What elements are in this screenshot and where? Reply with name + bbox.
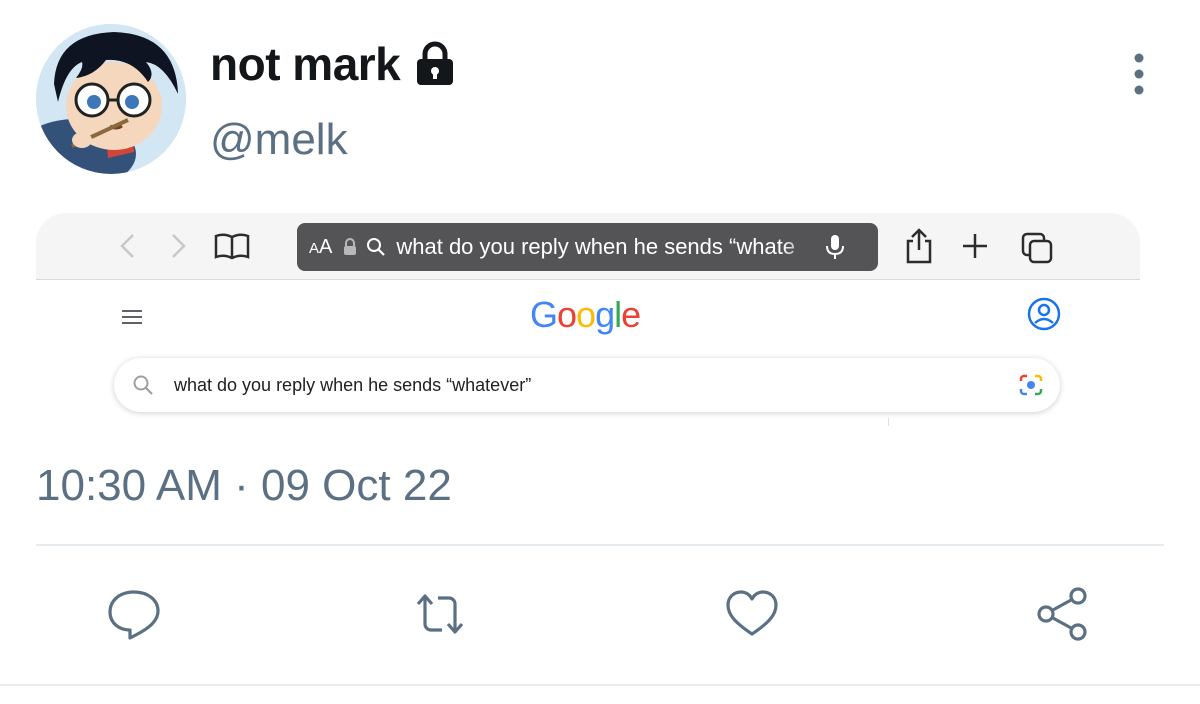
google-logo-letter: l <box>614 294 622 335</box>
retweet-icon[interactable] <box>412 586 468 642</box>
microphone-icon <box>826 235 845 259</box>
google-search-box: what do you reply when he sends “whateve… <box>114 358 1060 412</box>
google-page: Google what do you reply when he sends “… <box>36 280 1140 438</box>
new-tab-plus-icon <box>963 234 987 258</box>
lock-icon <box>344 238 357 255</box>
share-icon[interactable] <box>1034 586 1090 642</box>
tweet-timestamp[interactable]: 10:30 AM · 09 Oct 22 <box>36 458 452 514</box>
share-icon <box>906 228 932 264</box>
display-name-row: not mark <box>210 36 458 92</box>
google-logo-letter: g <box>595 294 615 335</box>
browser-toolbar: AA what do you reply when he sends “what… <box>36 213 1140 280</box>
divider <box>0 684 1200 686</box>
more-options-icon[interactable] <box>1124 52 1154 96</box>
hamburger-menu-icon <box>122 310 142 324</box>
search-icon <box>367 238 386 256</box>
google-logo-letter: G <box>530 294 558 335</box>
google-logo-letter: o <box>576 294 596 335</box>
protected-lock-icon <box>417 41 454 85</box>
account-icon <box>1027 297 1061 331</box>
tabs-icon <box>1021 232 1053 264</box>
divider <box>888 418 889 426</box>
google-logo-letter: o <box>557 294 577 335</box>
camera-lens-icon <box>1019 374 1043 396</box>
search-icon <box>133 375 153 395</box>
attached-screenshot[interactable]: AA what do you reply when he sends “what… <box>36 213 1140 438</box>
bookmarks-icon <box>214 233 250 260</box>
display-name[interactable]: not mark <box>210 36 401 92</box>
address-text: what do you reply when he sends “whate <box>396 234 796 259</box>
avatar[interactable] <box>36 24 186 174</box>
google-logo-letter: e <box>621 294 641 335</box>
back-icon <box>120 234 134 258</box>
google-search-query: what do you reply when he sends “whateve… <box>174 374 532 395</box>
tweet-page: not mark @melk AA what do you reply when… <box>0 0 1200 704</box>
divider <box>36 544 1164 546</box>
user-handle[interactable]: @melk <box>210 112 348 168</box>
address-bar: AA what do you reply when he sends “what… <box>297 223 878 271</box>
reply-icon[interactable] <box>106 586 162 642</box>
forward-icon <box>172 234 186 258</box>
like-icon[interactable] <box>724 586 780 642</box>
google-logo: Google <box>530 294 641 336</box>
avatar-illustration <box>36 24 186 174</box>
text-size-button: AA <box>309 235 333 258</box>
